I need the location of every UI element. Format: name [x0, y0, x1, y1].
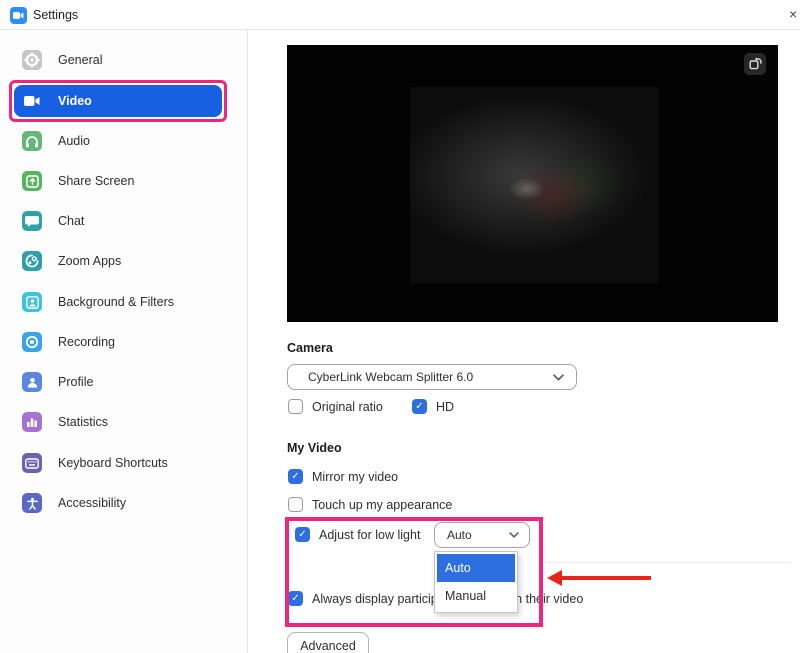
- zoom-app-icon: [10, 7, 27, 24]
- sidebar-item-label: Statistics: [58, 415, 109, 429]
- gear-icon: [22, 50, 42, 70]
- sidebar-item-general[interactable]: General: [14, 44, 222, 76]
- background-person-icon: [22, 292, 42, 312]
- sidebar-item-recording[interactable]: Recording: [14, 326, 222, 358]
- sidebar-item-zoom-apps[interactable]: Zoom Apps: [14, 245, 222, 277]
- sidebar-item-statistics[interactable]: Statistics: [14, 406, 222, 438]
- low-light-dropdown-menu: Auto Manual: [434, 551, 518, 613]
- sidebar-item-label: Recording: [58, 335, 115, 349]
- original-ratio-checkbox[interactable]: [288, 399, 303, 414]
- sidebar-item-accessibility[interactable]: Accessibility: [14, 487, 222, 519]
- sidebar-item-label: Audio: [58, 134, 90, 148]
- camera-device-value: CyberLink Webcam Splitter 6.0: [308, 370, 474, 384]
- always-display-names-checkbox[interactable]: ✓: [288, 591, 303, 606]
- sidebar-item-label: Background & Filters: [58, 295, 175, 309]
- hd-checkbox[interactable]: ✓: [412, 399, 427, 414]
- sidebar-item-label: Share Screen: [58, 174, 135, 188]
- sidebar-item-label: Video: [58, 94, 92, 108]
- touch-up-checkbox[interactable]: [288, 497, 303, 512]
- original-ratio-checkbox-row[interactable]: Original ratio: [288, 399, 383, 414]
- sidebar-item-label: Accessibility: [58, 496, 127, 510]
- sidebar-item-label: Keyboard Shortcuts: [58, 456, 168, 470]
- video-preview: [287, 45, 778, 322]
- my-video-section-label: My Video: [287, 441, 342, 455]
- touch-up-label: Touch up my appearance: [312, 497, 453, 512]
- keyboard-icon: [22, 453, 42, 473]
- window-title: Settings: [33, 8, 79, 22]
- record-icon: [22, 332, 42, 352]
- accessibility-icon: [22, 493, 42, 513]
- hd-label: HD: [436, 399, 455, 414]
- section-divider: [545, 562, 791, 563]
- advanced-button[interactable]: Advanced: [287, 632, 369, 653]
- low-light-checkbox-row[interactable]: ✓ Adjust for low light: [295, 527, 420, 542]
- sidebar-item-share-screen[interactable]: Share Screen: [14, 165, 222, 197]
- sidebar-item-profile[interactable]: Profile: [14, 366, 222, 398]
- sidebar-item-label: Profile: [58, 375, 94, 389]
- rotate-icon[interactable]: [744, 53, 766, 75]
- dropdown-option-auto[interactable]: Auto: [437, 554, 515, 582]
- sidebar-item-video[interactable]: Video: [14, 85, 222, 117]
- sidebar-item-chat[interactable]: Chat: [14, 205, 222, 237]
- hd-checkbox-row[interactable]: ✓ HD: [412, 399, 454, 414]
- profile-person-icon: [22, 372, 42, 392]
- mirror-video-checkbox-row[interactable]: ✓ Mirror my video: [288, 469, 398, 484]
- low-light-mode-value: Auto: [447, 528, 472, 542]
- zoom-apps-icon: [22, 251, 42, 271]
- mirror-video-checkbox[interactable]: ✓: [288, 469, 303, 484]
- sidebar-item-keyboard-shortcuts[interactable]: Keyboard Shortcuts: [14, 447, 222, 479]
- low-light-mode-select[interactable]: Auto: [434, 522, 530, 548]
- close-icon[interactable]: ×: [789, 6, 797, 22]
- webcam-feed-image: [410, 87, 658, 283]
- video-camera-icon: [22, 91, 42, 111]
- sidebar-item-background-filters[interactable]: Background & Filters: [14, 286, 222, 318]
- sidebar-item-label: Zoom Apps: [58, 254, 122, 268]
- mirror-video-label: Mirror my video: [312, 469, 399, 484]
- headphones-icon: [22, 131, 42, 151]
- settings-sidebar: General Video Audio Share Screen Chat Zo…: [0, 30, 248, 653]
- camera-device-select[interactable]: CyberLink Webcam Splitter 6.0: [287, 364, 577, 390]
- low-light-checkbox[interactable]: ✓: [295, 527, 310, 542]
- dropdown-option-manual[interactable]: Manual: [437, 582, 515, 610]
- sidebar-item-label: Chat: [58, 214, 85, 228]
- original-ratio-label: Original ratio: [312, 399, 383, 414]
- title-bar: Settings ×: [0, 0, 800, 30]
- red-arrow-annotation: [547, 570, 657, 586]
- sidebar-item-audio[interactable]: Audio: [14, 125, 222, 157]
- chat-bubble-icon: [22, 211, 42, 231]
- chevron-down-icon: [553, 373, 564, 381]
- bar-chart-icon: [22, 412, 42, 432]
- share-screen-icon: [22, 171, 42, 191]
- low-light-label: Adjust for low light: [319, 527, 421, 542]
- settings-window: Settings × General Video Audio Share Scr…: [0, 0, 800, 653]
- touch-up-checkbox-row[interactable]: Touch up my appearance: [288, 497, 452, 512]
- sidebar-item-label: General: [58, 53, 103, 67]
- camera-section-label: Camera: [287, 341, 333, 355]
- chevron-down-icon: [509, 532, 519, 538]
